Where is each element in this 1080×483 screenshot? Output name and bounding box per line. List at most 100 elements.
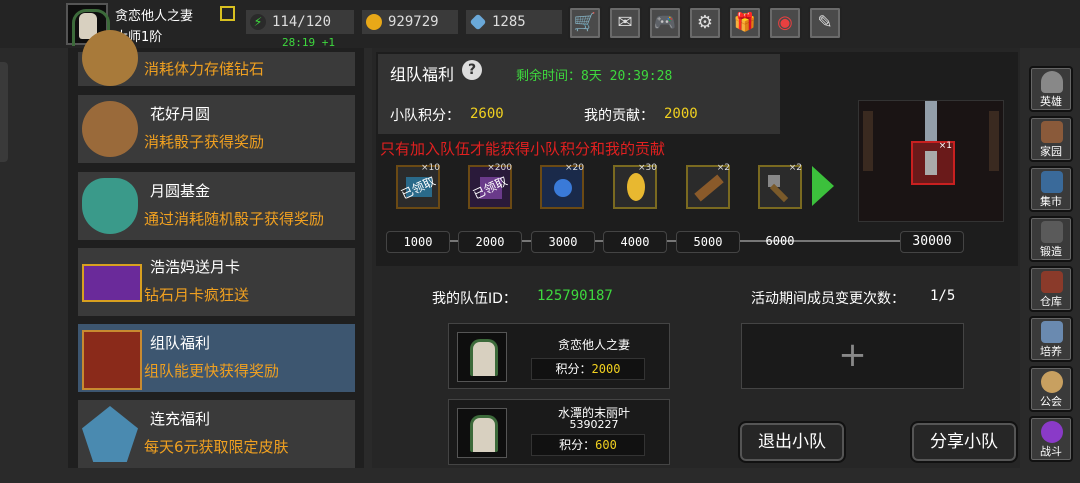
claimed-label: 已领取 [398, 173, 438, 202]
menu-item-desc: 消耗体力存储钻石 [144, 60, 265, 78]
member-changes-label: 活动期间成员变更次数： [751, 291, 905, 307]
add-member-slot[interactable]: + [741, 323, 964, 389]
gamepad-icon: 🎮 [653, 12, 677, 33]
torch-right [989, 111, 999, 171]
side-handle[interactable] [0, 62, 8, 162]
member-id: 5390227 [569, 418, 619, 431]
coin-icon [366, 14, 382, 30]
join-team-warning: 只有加入队伍才能获得小队积分和我的贡献 [380, 140, 666, 158]
menu-item-desc: 钻石月卡疯狂送 [144, 286, 250, 304]
edit-icon[interactable] [220, 6, 235, 21]
milestone-5: 5000 [676, 231, 740, 253]
card-icon [82, 264, 142, 302]
wooden-log-icon [694, 174, 724, 202]
mail-icon: ✉ [617, 12, 633, 33]
member-changes-value: 1/5 [930, 288, 956, 304]
remaining-time: 剩余时间：8天 20:39:28 [516, 69, 673, 84]
member-card-1[interactable]: 贪恋他人之妻 积分：2000 [448, 323, 670, 389]
reward-slot-3[interactable]: ×20 [540, 163, 584, 209]
reward-slot-2[interactable]: ×200 已领取 [468, 163, 512, 209]
nav-warehouse[interactable]: 仓库 [1029, 266, 1073, 312]
share-team-button[interactable]: 分享小队 [910, 421, 1018, 463]
menu-item-title: 浩浩妈送月卡 [150, 258, 241, 276]
lightning-icon: ⚡ [250, 14, 266, 30]
anvil-icon [1041, 221, 1063, 243]
gift-button[interactable]: 🎁 [728, 6, 762, 40]
member-card-2[interactable]: 水潭的末丽叶 5390227 积分：600 [448, 399, 670, 465]
player-name: 贪恋他人之妻 [115, 9, 194, 24]
gold-stat: 929729 [362, 10, 458, 34]
energy-value: 114/120 [272, 14, 332, 30]
reward-slot-6[interactable]: ×2 [758, 163, 802, 209]
color-wheel-button[interactable]: ◉ [768, 6, 802, 40]
menu-item-store-diamonds[interactable]: 消耗体力存储钻石 [78, 30, 355, 86]
menu-item-title: 花好月圆 [150, 105, 211, 123]
menu-item-monthly-card[interactable]: 浩浩妈送月卡 钻石月卡疯狂送 [78, 248, 355, 316]
milestone-1: 1000 [386, 231, 450, 253]
settings-gear-icon: ⚙ [696, 12, 714, 33]
energy-stat: ⚡ 114/120 [246, 10, 354, 34]
menu-item-desc: 每天6元获取限定皮肤 [144, 438, 289, 456]
menu-item-recharge[interactable]: 连充福利 每天6元获取限定皮肤 [78, 400, 355, 468]
menu-item-title: 月圆基金 [150, 182, 211, 200]
reward-slot-5[interactable]: ×2 [686, 163, 730, 209]
my-contrib-label: 我的贡献： [584, 108, 654, 124]
leave-team-button[interactable]: 退出小队 [738, 421, 846, 463]
gem-stat: 1285 [466, 10, 562, 34]
golden-egg-icon [627, 173, 645, 201]
milestone-3: 3000 [531, 231, 595, 253]
member-name: 贪恋他人之妻 [557, 338, 630, 352]
menu-item-desc: 组队能更快获得奖励 [144, 362, 280, 380]
pouch-icon [82, 30, 138, 86]
menu-item-title: 组队福利 [150, 334, 211, 352]
help-icon[interactable]: ? [462, 60, 482, 80]
mail-button[interactable]: ✉ [608, 6, 642, 40]
weapon-icon [925, 151, 937, 175]
menu-item-fund[interactable]: 月圆基金 通过消耗随机骰子获得奖励 [78, 172, 355, 240]
color-wheel-icon: ◉ [777, 12, 793, 33]
member-avatar [457, 332, 507, 382]
team-points-value: 2600 [470, 106, 504, 122]
plus-icon: + [838, 335, 867, 375]
training-icon [1041, 321, 1063, 343]
nav-home[interactable]: 家园 [1029, 116, 1073, 162]
team-id-label: 我的队伍ID： [432, 291, 517, 307]
menu-item-desc: 消耗骰子获得奖励 [144, 133, 265, 151]
nav-hero[interactable]: 英雄 [1029, 66, 1073, 112]
nav-training[interactable]: 培养 [1029, 316, 1073, 362]
helmet-icon [1041, 71, 1063, 93]
feather-icon: ✎ [817, 12, 833, 33]
nav-market[interactable]: 集市 [1029, 166, 1073, 212]
reward-slot-1[interactable]: ×10 已领取 [396, 163, 440, 209]
next-rewards-arrow-icon[interactable] [812, 166, 834, 206]
market-stall-icon [1041, 171, 1063, 193]
castle-icon [1041, 121, 1063, 143]
torch-left [863, 111, 873, 171]
nav-forge[interactable]: 锻造 [1029, 216, 1073, 262]
member-avatar [457, 408, 507, 458]
reward-slot-4[interactable]: ×30 [613, 163, 657, 209]
shop-cart-icon: 🛒 [573, 12, 597, 33]
menu-item-moon[interactable]: 花好月圆 消耗骰子获得奖励 [78, 95, 355, 163]
treasure-chest-icon [82, 330, 142, 390]
nav-battle[interactable]: 战斗 [1029, 416, 1073, 462]
feather-button[interactable]: ✎ [808, 6, 842, 40]
gamepad-button[interactable]: 🎮 [648, 6, 682, 40]
member-score: 积分：2000 [531, 358, 645, 380]
my-contrib-value: 2000 [664, 106, 698, 122]
menu-item-team-welfare[interactable]: 组队福利 组队能更快获得奖励 [78, 324, 355, 392]
menu-item-desc: 通过消耗随机骰子获得奖励 [144, 210, 325, 228]
guild-icon [1041, 371, 1063, 393]
shop-button[interactable]: 🛒 [568, 6, 602, 40]
nav-guild[interactable]: 公会 [1029, 366, 1073, 412]
blue-gem-icon [554, 179, 572, 197]
settings-button[interactable]: ⚙ [688, 6, 722, 40]
milestone-2: 2000 [458, 231, 522, 253]
milestone-6: 6000 [765, 234, 795, 248]
gem-value: 1285 [492, 14, 526, 30]
crystal-icon [82, 406, 138, 462]
preview-item-slot[interactable]: ×1 [911, 141, 955, 185]
reward-preview: ×1 [858, 100, 1004, 222]
gift-icon: 🎁 [733, 12, 757, 33]
event-title: 组队福利 [390, 65, 455, 84]
